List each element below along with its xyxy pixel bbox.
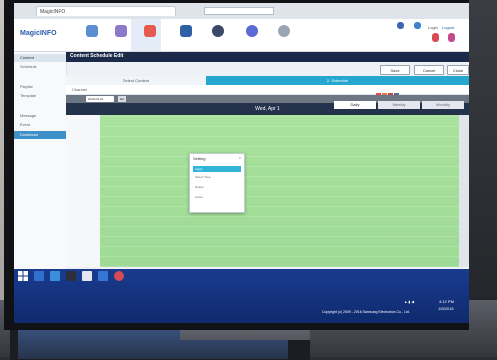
store-taskbar-icon[interactable] <box>66 271 76 281</box>
page-title: Content Schedule Edit <box>70 53 124 59</box>
browser-toolbar: MagicINFO <box>14 3 469 20</box>
channel-toolbar: Channel <box>66 85 469 95</box>
date-input[interactable]: 2016-04-01 <box>86 96 114 102</box>
sidebar-item-playlist[interactable]: Playlist <box>14 83 66 91</box>
sidebar-item[interactable] <box>14 74 66 82</box>
sidebar-item-schedule[interactable]: Schedule <box>14 63 66 71</box>
view-icon[interactable] <box>397 22 404 29</box>
view-tabs: Daily Weekly Monthly <box>334 101 469 109</box>
pdf-icon[interactable] <box>432 33 439 42</box>
app-logo: MagicINFO <box>20 30 57 37</box>
clock-date: 1/5/2016 <box>438 306 454 311</box>
schedule-icon[interactable] <box>144 25 156 37</box>
sidebar-item-content[interactable]: Content <box>14 54 66 62</box>
logout-link[interactable]: Logout <box>442 25 454 30</box>
sidebar-item-download[interactable]: Download <box>14 131 66 139</box>
browser-taskbar-icon[interactable] <box>34 271 44 281</box>
menu-item-close[interactable]: Close <box>193 194 241 200</box>
sidebar-item-event[interactable]: Event <box>14 121 66 129</box>
media-taskbar-icon[interactable] <box>114 271 124 281</box>
menu-item-apply[interactable]: Apply <box>193 166 241 172</box>
content-icon[interactable] <box>115 25 127 37</box>
help-icon[interactable] <box>414 22 421 29</box>
monitor-bezel: MagicINFO MagicINFO Login Logout Content… <box>4 0 469 330</box>
save-button[interactable]: Save <box>380 65 410 75</box>
tab-select-content[interactable]: Select Content <box>66 76 206 85</box>
close-icon[interactable]: x <box>239 155 241 160</box>
home-taskbar-icon[interactable] <box>82 271 92 281</box>
go-button[interactable]: Go <box>118 96 126 102</box>
app-header: MagicINFO Login Logout <box>14 19 469 52</box>
time-column <box>66 115 101 267</box>
windows-start-icon[interactable] <box>18 271 28 281</box>
close-button[interactable]: Close <box>447 65 469 75</box>
sidebar: Content Schedule Playlist Template Messa… <box>14 52 67 272</box>
tab-weekly[interactable]: Weekly <box>378 101 420 109</box>
menu-item-delete[interactable]: Delete <box>193 184 241 190</box>
manual-icon[interactable] <box>448 33 455 42</box>
tab-daily[interactable]: Daily <box>334 101 376 109</box>
tab-monthly[interactable]: Monthly <box>422 101 464 109</box>
step-tabs: Select Content 2. Schedule <box>66 76 469 85</box>
settings-icon[interactable] <box>278 25 290 37</box>
copyright-text: Copyright (c) 2009 - 2016 Samsung Electr… <box>322 310 410 314</box>
schedule-grid[interactable] <box>100 115 469 267</box>
browser-tab[interactable]: MagicINFO <box>36 6 176 16</box>
sidebar-item-message[interactable]: Message <box>14 112 66 120</box>
sidebar-item-template[interactable]: Template <box>14 92 66 100</box>
explorer-taskbar-icon[interactable] <box>50 271 60 281</box>
device-icon[interactable] <box>180 25 192 37</box>
login-label: Login <box>428 25 438 30</box>
popup-title: Setting <box>193 156 206 161</box>
app-taskbar-icon[interactable] <box>98 271 108 281</box>
schedule-context-menu: Setting x Apply Select Time Delete Close <box>189 153 245 213</box>
cancel-button[interactable]: Cancel <box>414 65 444 75</box>
user-icon[interactable] <box>212 25 224 37</box>
statistics-icon[interactable] <box>246 25 258 37</box>
dashboard-icon[interactable] <box>86 25 98 37</box>
monitor-screen: MagicINFO MagicINFO Login Logout Content… <box>14 3 469 323</box>
content-title-bar: Content Schedule Edit <box>66 52 469 62</box>
taskbar: Copyright (c) 2009 - 2016 Samsung Electr… <box>14 269 469 323</box>
clock-time: 4:12 PM <box>439 299 454 304</box>
system-tray-icons[interactable]: ▲ ▮ ◀ <box>404 300 414 304</box>
address-bar[interactable] <box>204 7 274 15</box>
tab-schedule[interactable]: 2. Schedule <box>206 76 469 85</box>
channel-label: Channel <box>72 87 87 92</box>
sidebar-item[interactable] <box>14 102 66 110</box>
menu-item-select-time[interactable]: Select Time <box>193 174 241 180</box>
